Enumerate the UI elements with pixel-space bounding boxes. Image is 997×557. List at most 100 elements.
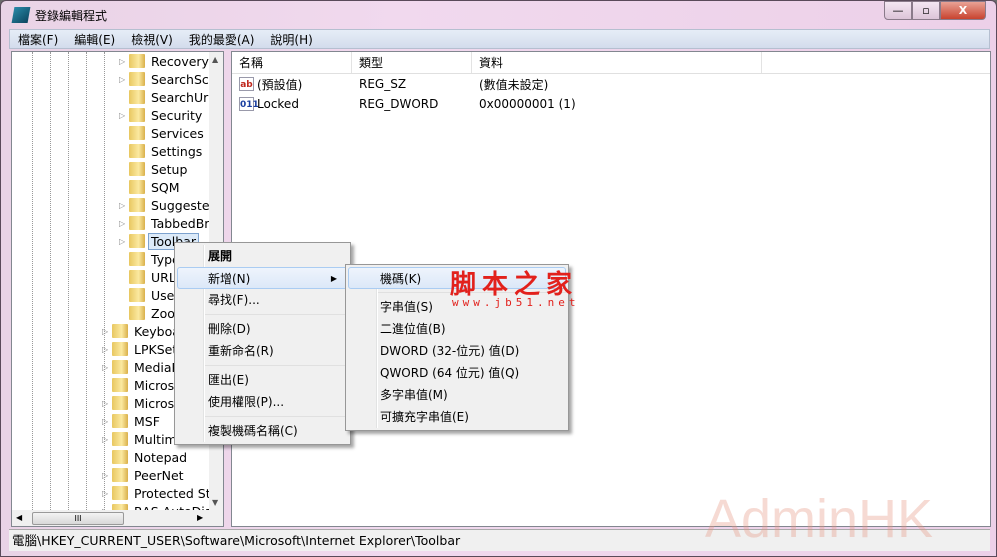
maximize-button[interactable]: ▫ xyxy=(912,1,940,20)
string-value-icon: ab xyxy=(239,77,254,91)
tree-horizontal-scrollbar[interactable]: ◀ III ▶ xyxy=(12,510,223,526)
expand-arrow-icon[interactable]: ▷ xyxy=(102,345,110,354)
expand-arrow-icon[interactable]: ▷ xyxy=(102,471,110,480)
menu-item[interactable]: QWORD (64 位元) 值(Q) xyxy=(346,362,568,384)
scroll-right-icon[interactable]: ▶ xyxy=(197,513,203,522)
scroll-down-icon[interactable]: ▼ xyxy=(212,498,218,507)
expand-arrow-icon[interactable]: ▷ xyxy=(102,417,110,426)
menu-1[interactable]: 編輯(E) xyxy=(66,31,123,48)
tree-node[interactable]: Setup xyxy=(129,160,187,178)
menu-item[interactable]: 匯出(E) xyxy=(175,369,350,391)
column-data[interactable]: 資料 xyxy=(472,52,762,73)
menu-item[interactable]: 使用權限(P)... xyxy=(175,391,350,413)
tree-node[interactable]: SearchUrl xyxy=(129,88,209,106)
tree-node[interactable]: Notepad xyxy=(112,448,187,466)
menu-item[interactable]: 重新命名(R) xyxy=(175,340,350,362)
tree-node[interactable]: ▷ Recovery xyxy=(119,52,209,70)
menu-item-label: QWORD (64 位元) 值(Q) xyxy=(380,366,520,380)
tree-node-label: Suggested Sites xyxy=(151,197,209,213)
menu-item-label: 多字串值(M) xyxy=(380,388,448,402)
folder-icon xyxy=(112,486,128,500)
folder-icon xyxy=(129,90,145,104)
expand-arrow-icon[interactable]: ▷ xyxy=(102,399,110,408)
expand-arrow-icon[interactable]: ▷ xyxy=(102,489,110,498)
expand-arrow-icon[interactable]: ▷ xyxy=(119,219,127,228)
menu-4[interactable]: 說明(H) xyxy=(262,31,320,48)
expand-arrow-icon[interactable]: ▷ xyxy=(102,327,110,336)
tree-node[interactable]: Services xyxy=(129,124,204,142)
expand-arrow-icon[interactable]: ▷ xyxy=(102,363,110,372)
cell-type: REG_SZ xyxy=(359,77,407,91)
title-bar: 登錄編輯程式 xyxy=(11,6,107,24)
regedit-icon xyxy=(11,7,31,23)
tree-node[interactable]: ▷ Security xyxy=(119,106,202,124)
folder-icon xyxy=(129,198,145,212)
tree-node[interactable]: ▷RAS AutoDial xyxy=(102,502,209,510)
minimize-button[interactable]: — xyxy=(884,1,912,20)
menu-item-label: 新增(N) xyxy=(208,272,251,286)
expand-arrow-icon[interactable]: ▷ xyxy=(119,237,127,246)
tree-node[interactable]: SQM xyxy=(129,178,180,196)
scroll-left-icon[interactable]: ◀ xyxy=(16,513,22,522)
tree-node[interactable]: Settings xyxy=(129,142,202,160)
tree-node[interactable]: ▷ MSF xyxy=(102,412,160,430)
table-row[interactable]: 011 Locked REG_DWORD 0x00000001 (1) xyxy=(232,94,990,114)
menu-item-label: 使用權限(P)... xyxy=(208,395,285,409)
menu-item[interactable]: 可擴充字串值(E) xyxy=(346,406,568,428)
menu-item-label: 尋找(F)... xyxy=(208,293,260,307)
folder-icon xyxy=(129,126,145,140)
menu-item-label: 可擴充字串值(E) xyxy=(380,410,469,424)
scroll-thumb[interactable]: III xyxy=(32,512,124,525)
folder-icon xyxy=(112,414,128,428)
folder-icon xyxy=(112,360,128,374)
table-row[interactable]: ab (預設值) REG_SZ (數值未設定) xyxy=(232,74,990,94)
folder-icon xyxy=(129,270,145,284)
folder-icon xyxy=(112,378,128,392)
expand-arrow-icon[interactable]: ▷ xyxy=(119,75,127,84)
menu-item[interactable]: 尋找(F)... xyxy=(175,289,350,311)
tree-node[interactable]: ▷ PeerNet xyxy=(102,466,184,484)
expand-arrow-icon[interactable]: ▷ xyxy=(102,435,110,444)
menu-item-label: 匯出(E) xyxy=(208,373,249,387)
menu-item-label: 字串值(S) xyxy=(380,300,433,314)
tree-node-label: PeerNet xyxy=(134,467,184,483)
menu-separator xyxy=(205,365,348,366)
close-button[interactable]: X xyxy=(940,1,986,20)
menu-item-label: 重新命名(R) xyxy=(208,344,274,358)
expand-arrow-icon[interactable]: ▷ xyxy=(119,57,127,66)
cell-data: 0x00000001 (1) xyxy=(479,97,576,111)
menu-2[interactable]: 檢視(V) xyxy=(123,31,181,48)
menu-0[interactable]: 檔案(F) xyxy=(10,31,66,48)
watermark-overlay: AdminHK xyxy=(705,489,934,549)
value-name: (預設值) xyxy=(257,77,303,92)
tree-node-label: Services xyxy=(151,125,204,141)
tree-node[interactable]: ▷ TabbedBrowsing xyxy=(119,214,209,232)
folder-icon xyxy=(129,180,145,194)
menu-item[interactable]: 二進位值(B) xyxy=(346,318,568,340)
tree-node[interactable]: ▷ Protected Storage xyxy=(102,484,209,502)
tree-node-label: TabbedBrowsing xyxy=(151,215,209,231)
scroll-up-icon[interactable]: ▲ xyxy=(212,55,218,64)
menu-3[interactable]: 我的最愛(A) xyxy=(181,31,263,48)
menu-separator xyxy=(205,416,348,417)
menu-item[interactable]: 展開 xyxy=(175,245,350,267)
folder-icon xyxy=(112,396,128,410)
tree-node-label: Recovery xyxy=(151,53,209,69)
cell-type: REG_DWORD xyxy=(359,97,439,111)
tree-node[interactable]: ▷ Suggested Sites xyxy=(119,196,209,214)
column-name[interactable]: 名稱 xyxy=(232,52,352,73)
binary-value-icon: 011 xyxy=(239,97,259,111)
menu-item[interactable]: 複製機碼名稱(C) xyxy=(175,420,350,442)
menu-item[interactable]: 多字串值(M) xyxy=(346,384,568,406)
tree-node[interactable]: ▷ SearchScopes xyxy=(119,70,209,88)
expand-arrow-icon[interactable]: ▷ xyxy=(119,111,127,120)
folder-icon xyxy=(129,216,145,230)
expand-arrow-icon[interactable]: ▷ xyxy=(119,201,127,210)
menu-item[interactable]: DWORD (32-位元) 值(D) xyxy=(346,340,568,362)
column-type[interactable]: 類型 xyxy=(352,52,472,73)
menu-item-label: 機碼(K) xyxy=(380,272,422,286)
menu-item-label: 複製機碼名稱(C) xyxy=(208,424,298,438)
cell-name: 011 Locked xyxy=(232,97,352,111)
menu-item[interactable]: 新增(N) ▶ xyxy=(177,267,348,289)
menu-item[interactable]: 刪除(D) xyxy=(175,318,350,340)
